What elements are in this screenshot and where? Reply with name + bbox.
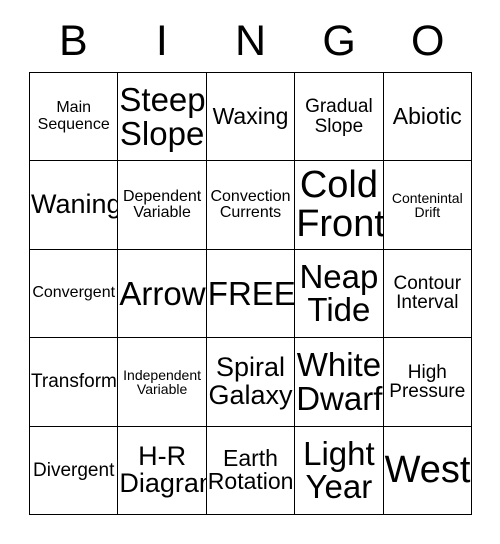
bingo-header-letter-g: G — [322, 16, 356, 65]
bingo-header-letter-n: N — [234, 16, 267, 65]
bingo-cell[interactable]: Cold Front — [295, 161, 384, 250]
bingo-cell[interactable]: Convection Currents — [206, 161, 296, 250]
bingo-cell-label: Light Year — [303, 434, 375, 506]
bingo-cell-label: Independent Variable — [123, 366, 202, 397]
bingo-cell[interactable]: FREE! — [206, 249, 296, 339]
bingo-cell-label: Convection Currents — [210, 187, 291, 222]
bingo-cell-label: Transform — [31, 371, 117, 393]
bingo-cell[interactable]: Contenintal Drift — [383, 161, 472, 250]
bingo-cell[interactable]: Steep Slope — [118, 73, 207, 162]
bingo-header-letter-o: O — [410, 16, 445, 65]
bingo-cell[interactable]: Contour Interval — [383, 249, 472, 339]
bingo-cell[interactable]: Independent Variable — [118, 338, 207, 427]
bingo-cell[interactable]: Main Sequence — [30, 73, 119, 162]
bingo-cell-label: Steep Slope — [119, 81, 206, 152]
bingo-header-row: B I N G O — [29, 13, 472, 69]
bingo-cell-label: Divergent — [33, 459, 115, 481]
bingo-cell-label: FREE! — [207, 274, 296, 312]
bingo-cell[interactable]: Transform — [30, 338, 119, 427]
bingo-cell-label: Dependent Variable — [122, 187, 202, 222]
bingo-cell-label: West — [384, 448, 471, 491]
bingo-cell[interactable]: Convergent — [30, 249, 119, 339]
bingo-cell-label: Contenintal Drift — [391, 189, 463, 221]
bingo-cell-label: Arrow — [119, 274, 206, 312]
bingo-header-letter-b: B — [58, 16, 88, 65]
bingo-cell[interactable]: H-R Diagram — [118, 426, 207, 515]
bingo-cell-label: Earth Rotation — [207, 444, 294, 495]
bingo-cell[interactable]: Neap Tide — [295, 249, 384, 339]
bingo-cell-label: High Pressure — [389, 361, 466, 402]
bingo-cell[interactable]: Arrow — [118, 249, 207, 339]
bingo-card: B I N G O Main Sequence Steep Slope Waxing… — [0, 0, 500, 544]
bingo-cell[interactable]: Light Year — [295, 426, 384, 515]
bingo-cell-label: White Dwarf — [296, 346, 383, 417]
bingo-cell[interactable]: Earth Rotation — [206, 426, 296, 515]
bingo-grid: Main Sequence Steep Slope Waxing Gradual Sl… — [29, 72, 472, 515]
bingo-cell-label: Main Sequence — [37, 99, 110, 133]
bingo-cell-label: Neap Tide — [299, 257, 379, 329]
bingo-header-letter-i: I — [155, 16, 168, 65]
bingo-cell[interactable]: Waxing — [206, 73, 296, 162]
bingo-cell-label: Abiotic — [392, 102, 462, 129]
bingo-cell[interactable]: West — [383, 426, 472, 515]
bingo-cell-label: Contour Interval — [393, 273, 462, 314]
bingo-cell-label: Cold Front — [296, 164, 384, 246]
bingo-cell[interactable]: Dependent Variable — [118, 161, 207, 250]
bingo-cell-label: Spiral Galaxy — [208, 352, 293, 410]
bingo-cell[interactable]: White Dwarf — [295, 338, 384, 427]
bingo-cell[interactable]: Waning — [30, 161, 119, 250]
bingo-cell-label: Convergent — [32, 284, 116, 302]
bingo-cell-label: H-R Diagram — [119, 440, 205, 499]
bingo-cell[interactable]: Divergent — [30, 426, 119, 515]
bingo-cell-label: Gradual Slope — [305, 96, 373, 137]
bingo-cell[interactable]: Gradual Slope — [295, 73, 384, 162]
bingo-cell[interactable]: Abiotic — [383, 73, 472, 162]
bingo-cell-label: Waning — [31, 189, 119, 220]
bingo-cell[interactable]: Spiral Galaxy — [206, 338, 296, 427]
bingo-cell[interactable]: High Pressure — [383, 338, 472, 427]
bingo-cell-label: Waxing — [212, 102, 289, 129]
